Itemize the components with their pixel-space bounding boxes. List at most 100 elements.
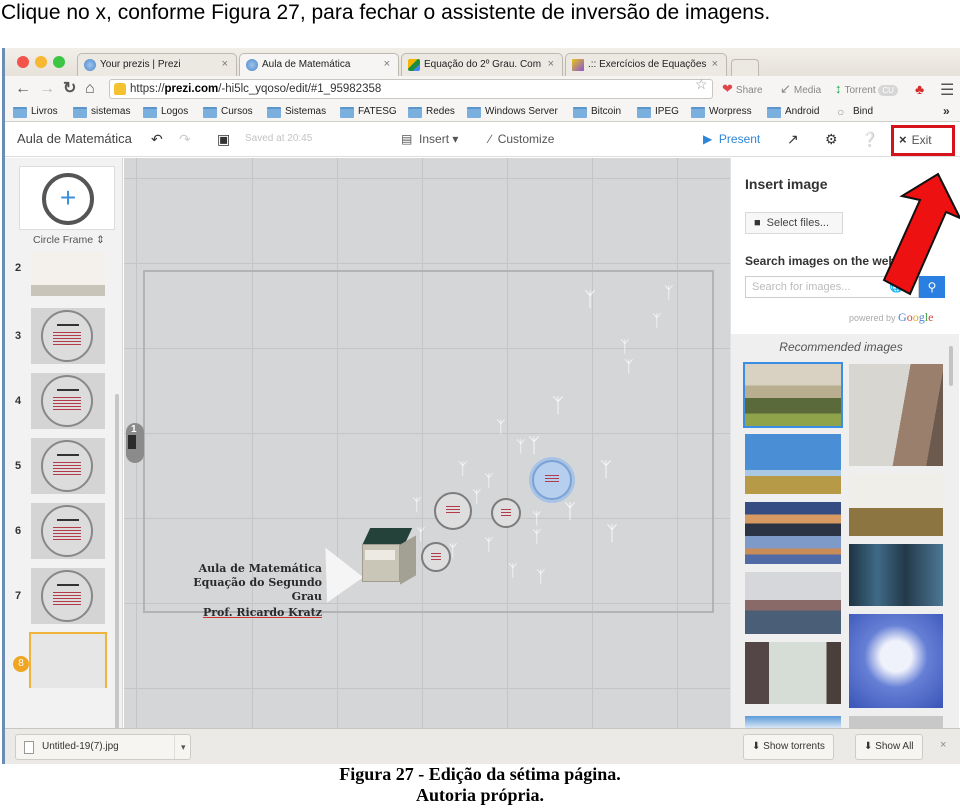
- bookmarks-more-button[interactable]: »: [943, 104, 950, 118]
- thumbnail-item[interactable]: 2: [5, 252, 115, 300]
- add-frame-button[interactable]: +: [19, 166, 115, 230]
- slide-title[interactable]: Aula de Matemática Equação do Segundo Gr…: [184, 562, 322, 604]
- circle-frame[interactable]: [434, 492, 472, 530]
- presentation-title[interactable]: Aula de Matemática: [17, 131, 132, 146]
- recommended-image-partial[interactable]: [745, 716, 841, 728]
- circle-frame[interactable]: [421, 542, 451, 572]
- url-input[interactable]: https://prezi.com/-hi5lc_yqoso/edit/#1_9…: [109, 79, 713, 99]
- download-item[interactable]: Untitled-19(7).jpg ▾: [15, 734, 191, 760]
- prezi-canvas[interactable]: 1 ᛉ ᛉ ᛉ ᛉ ᛉ ᛉ ᛉ ᛉ ᛉ ᛉ ᛉ ᛉ ᛉ ᛉ ᛉ ᛉ ᛉ ᛉ ᛉ …: [124, 158, 730, 728]
- bird-icon: ᛉ: [652, 313, 662, 330]
- thumbnail-item-active[interactable]: 8: [5, 632, 115, 688]
- save-icon[interactable]: ▣: [217, 130, 230, 148]
- red-arrow-annotation: [882, 172, 960, 296]
- recommended-image-rock-climber[interactable]: [849, 364, 943, 466]
- bird-icon: ᛉ: [532, 511, 542, 528]
- recommended-image-ship-at-sea[interactable]: [745, 572, 841, 634]
- bookmark-star-icon[interactable]: ☆: [695, 76, 708, 93]
- bird-icon: ᛉ: [412, 497, 422, 514]
- reload-icon[interactable]: ↻: [63, 79, 76, 99]
- bookmark-bitcoin[interactable]: Bitcoin: [573, 104, 621, 120]
- close-icon[interactable]: ×: [384, 54, 390, 75]
- present-button[interactable]: ▶ Present: [703, 132, 760, 146]
- tab-equacao[interactable]: Equação do 2º Grau. Com ×: [401, 53, 563, 76]
- drag-handle-icon: [128, 435, 136, 449]
- download-arrow-icon: ⬇: [864, 741, 873, 752]
- undo-icon[interactable]: ↶: [151, 130, 163, 148]
- customize-button[interactable]: ∕ Customize: [489, 132, 554, 146]
- thumbnail-item[interactable]: 3: [5, 308, 115, 368]
- help-icon[interactable]: ❔: [861, 130, 878, 148]
- google-logo: Google: [898, 310, 934, 324]
- forward-arrow-icon[interactable]: →: [39, 79, 55, 99]
- exit-button[interactable]: × Exit: [899, 132, 932, 147]
- download-options-caret[interactable]: ▾: [174, 735, 186, 759]
- path-step-number: 1: [131, 424, 137, 435]
- bookmark-android[interactable]: Android: [767, 104, 819, 120]
- show-torrents-button[interactable]: ⬇ Show torrents: [743, 734, 834, 760]
- path-handle[interactable]: 1: [126, 423, 144, 463]
- torrent-extension[interactable]: ↕ Torrent CU: [835, 81, 898, 99]
- close-window-button[interactable]: [17, 56, 29, 68]
- recommended-image-floating-house-blueprint[interactable]: [849, 614, 943, 708]
- url-scheme: https://: [130, 83, 165, 95]
- bookmark-cursos[interactable]: Cursos: [203, 104, 253, 120]
- sidebar-scrollbar[interactable]: [115, 394, 119, 744]
- circle-frame[interactable]: [491, 498, 521, 528]
- close-icon[interactable]: ×: [548, 54, 554, 75]
- home-icon[interactable]: ⌂: [85, 79, 95, 99]
- thumbnail-item[interactable]: 7: [5, 568, 115, 628]
- bookmark-label: Bind: [853, 106, 874, 117]
- close-icon[interactable]: ×: [940, 739, 946, 751]
- share-extension[interactable]: ❤ Share: [722, 81, 763, 99]
- bookmark-sistemas[interactable]: sistemas: [73, 104, 130, 120]
- thumbnail-item[interactable]: 5: [5, 438, 115, 498]
- bookmark-windows-server[interactable]: Windows Server: [467, 104, 558, 120]
- recommended-image-field-blue-sky[interactable]: [745, 434, 841, 494]
- close-icon[interactable]: ×: [712, 54, 718, 75]
- tab-exercicios[interactable]: .:: Exercícios de Equações ×: [565, 53, 727, 76]
- bookmark-label: Android: [785, 106, 820, 117]
- panel-scrollbar[interactable]: [949, 346, 953, 386]
- extension-logo-icon[interactable]: ♣: [915, 81, 924, 97]
- bookmark-fatesg[interactable]: FATESG: [340, 104, 397, 120]
- recommended-image-misty-forest[interactable]: [849, 544, 943, 606]
- bookmark-label: FATESG: [358, 106, 397, 117]
- bookmark-ipeg[interactable]: IPEG: [637, 104, 679, 120]
- selected-circle-frame[interactable]: [532, 460, 572, 500]
- gear-icon[interactable]: ⚙: [825, 130, 838, 148]
- thumbnail-item[interactable]: 6: [5, 503, 115, 563]
- recommended-image-mountain-lake-reflection[interactable]: [745, 502, 841, 564]
- show-all-button[interactable]: ⬇ Show All: [855, 734, 923, 760]
- bird-icon: ᛉ: [532, 529, 542, 546]
- bookmark-label: Worpress: [709, 106, 752, 117]
- maximize-window-button[interactable]: [53, 56, 65, 68]
- tab-your-prezis[interactable]: Your prezis | Prezi ×: [77, 53, 237, 76]
- menu-icon[interactable]: ☰: [940, 80, 954, 100]
- recommended-image-partial[interactable]: [849, 716, 943, 728]
- frame-type-select[interactable]: Circle Frame ⇕: [33, 234, 105, 246]
- recommended-image-tuscany-hill-landscape[interactable]: [743, 362, 843, 428]
- recommended-image-harbor-pier[interactable]: [745, 642, 841, 704]
- folder-icon: [143, 107, 157, 118]
- bookmark-redes[interactable]: Redes: [408, 104, 455, 120]
- minimize-window-button[interactable]: [35, 56, 47, 68]
- slide-author[interactable]: Prof. Ricardo Kratz: [184, 606, 322, 619]
- redo-icon[interactable]: ↷: [179, 130, 191, 148]
- back-arrow-icon[interactable]: ←: [15, 79, 31, 99]
- tab-aula-de-matematica[interactable]: Aula de Matemática ×: [239, 53, 399, 76]
- bookmark-logos[interactable]: Logos: [143, 104, 188, 120]
- new-tab-button[interactable]: [731, 59, 759, 76]
- bookmark-livros[interactable]: Livros: [13, 104, 58, 120]
- recommended-image-person-with-flag-in-field[interactable]: [849, 474, 943, 536]
- select-files-button[interactable]: ■ Select files...: [745, 212, 843, 234]
- bookmark-worpress[interactable]: Worpress: [691, 104, 752, 120]
- insert-menu-button[interactable]: ▤ Insert ▾: [401, 132, 458, 146]
- share-icon[interactable]: ↗: [787, 130, 799, 148]
- bird-icon: ᛉ: [584, 289, 596, 311]
- close-icon[interactable]: ×: [222, 54, 228, 75]
- thumbnail-item[interactable]: 4: [5, 373, 115, 433]
- media-extension[interactable]: ↙ Media: [780, 81, 821, 99]
- bookmark-sistemas-2[interactable]: Sistemas: [267, 104, 326, 120]
- bookmark-bind[interactable]: ○ Bind: [835, 104, 873, 120]
